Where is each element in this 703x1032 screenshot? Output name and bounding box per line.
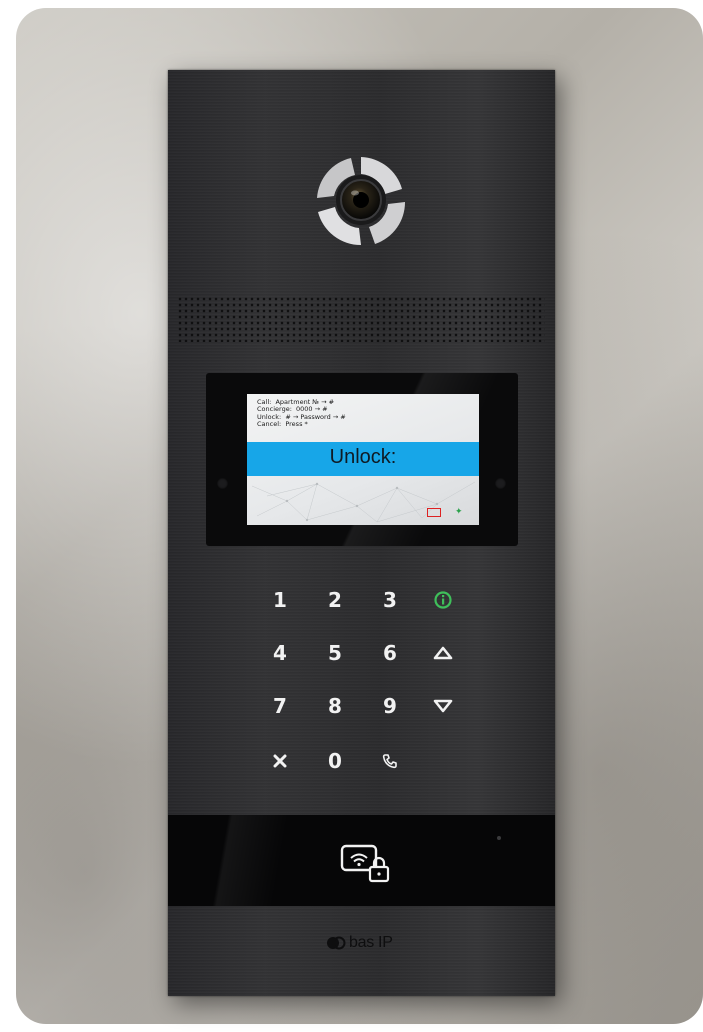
indicator-led xyxy=(497,836,501,840)
key-7[interactable]: 7 xyxy=(255,688,305,724)
phone-icon xyxy=(382,754,397,769)
left-sensor xyxy=(217,478,228,489)
display-screen: Call: Apartment № → # Concierge: 0000 → #… xyxy=(247,394,479,525)
up-key[interactable] xyxy=(418,635,468,671)
card-icon xyxy=(427,508,441,517)
key-0[interactable]: 0 xyxy=(310,743,360,779)
unlock-prompt: Unlock: xyxy=(329,446,397,468)
cancel-key[interactable] xyxy=(255,743,305,779)
call-key[interactable] xyxy=(365,743,415,779)
arrow-up-icon xyxy=(433,646,453,660)
key-4[interactable]: 4 xyxy=(255,635,305,671)
nfc-card-lock-icon xyxy=(340,843,392,887)
right-sensor xyxy=(495,478,506,489)
key-2[interactable]: 2 xyxy=(310,582,360,618)
info-key[interactable] xyxy=(418,582,468,618)
cancel-icon xyxy=(273,754,287,768)
camera-icon xyxy=(313,152,409,254)
info-icon xyxy=(434,591,452,609)
key-6[interactable]: 6 xyxy=(365,635,415,671)
brand-name: bas IP xyxy=(349,934,393,951)
key-1[interactable]: 1 xyxy=(255,582,305,618)
brand-mark-icon xyxy=(327,936,346,950)
share-icon: ✦ xyxy=(455,507,463,517)
instructions-text: Call: Apartment № → # Concierge: 0000 → #… xyxy=(257,398,346,429)
key-3[interactable]: 3 xyxy=(365,582,415,618)
key-8[interactable]: 8 xyxy=(310,688,360,724)
down-key[interactable] xyxy=(418,688,468,724)
brand-logo: bas IP xyxy=(326,934,393,952)
speaker-grille xyxy=(177,296,545,342)
key-5[interactable]: 5 xyxy=(310,635,360,671)
key-9[interactable]: 9 xyxy=(365,688,415,724)
arrow-down-icon xyxy=(433,699,453,713)
network-mesh-graphic xyxy=(251,481,476,523)
